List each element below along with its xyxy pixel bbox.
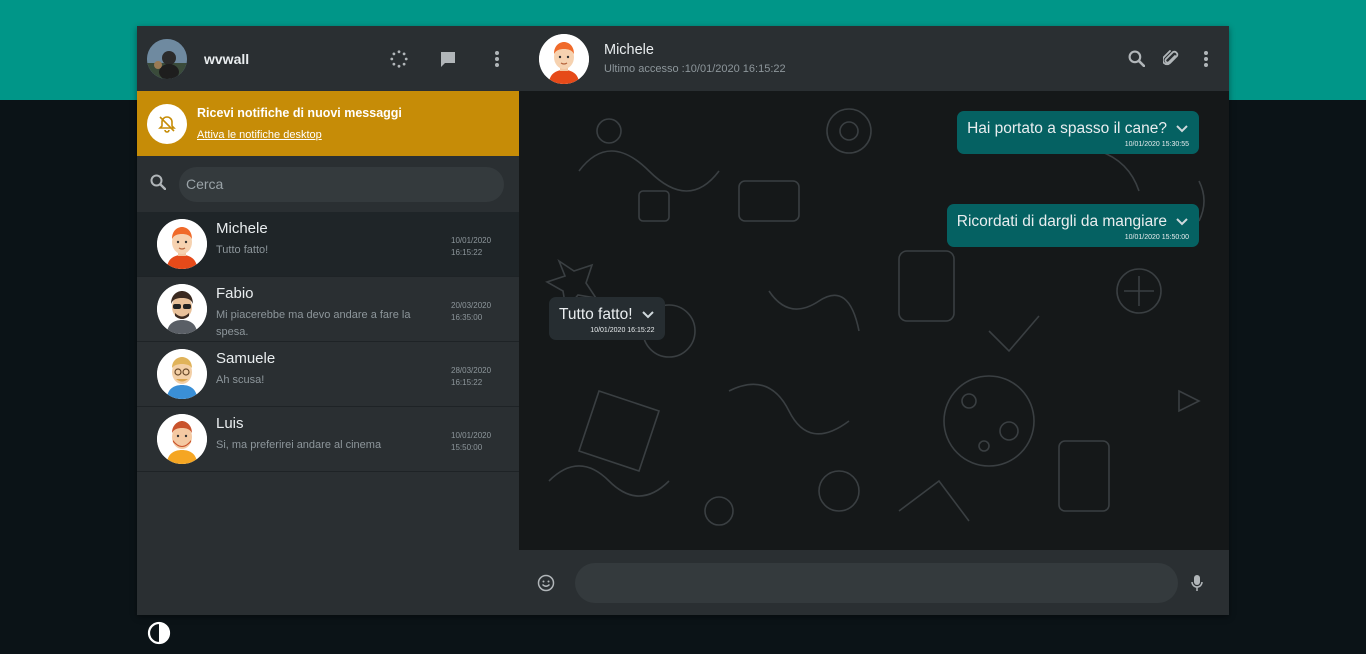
search-input[interactable] bbox=[179, 166, 504, 202]
contact-timestamp: 10/01/2020 15:50:00 bbox=[451, 430, 501, 454]
message-area: Hai portato a spasso il cane? 10/01/2020… bbox=[519, 91, 1229, 550]
message-bubble-incoming[interactable]: Tutto fatto! 10/01/2020 16:15:22 bbox=[549, 297, 665, 340]
chevron-down-icon[interactable] bbox=[1175, 215, 1189, 229]
message-timestamp: 10/01/2020 16:15:22 bbox=[590, 327, 655, 334]
chat-panel: Michele Ultimo accesso :10/01/2020 16:15… bbox=[519, 26, 1229, 615]
message-bubble-outgoing[interactable]: Ricordati di dargli da mangiare 10/01/20… bbox=[946, 204, 1199, 247]
contact-name: Michele bbox=[216, 220, 268, 237]
notification-banner: Ricevi notifiche di nuovi messaggi Attiv… bbox=[137, 91, 519, 156]
chevron-down-icon[interactable] bbox=[641, 308, 655, 322]
contact-timestamp: 10/01/2020 16:15:22 bbox=[451, 235, 501, 259]
contact-last-message: Si, ma preferirei andare al cinema bbox=[216, 439, 382, 451]
contact-last-message: Tutto fatto! bbox=[216, 244, 269, 256]
chevron-down-icon[interactable] bbox=[1175, 122, 1189, 136]
menu-icon[interactable] bbox=[1197, 50, 1215, 68]
avatar bbox=[157, 414, 207, 464]
contact-date: 28/03/2020 bbox=[451, 366, 492, 375]
chat-contact-name: Michele bbox=[604, 42, 654, 58]
app-window: wvwall Ricevi notifiche di nuovi messagg… bbox=[137, 26, 1229, 615]
contact-time: 16:15:22 bbox=[451, 248, 483, 257]
message-text: Tutto fatto! bbox=[559, 306, 633, 323]
message-timestamp: 10/01/2020 15:50:00 bbox=[1124, 234, 1189, 241]
chat-avatar[interactable] bbox=[539, 33, 589, 84]
user-avatar[interactable] bbox=[147, 38, 187, 79]
contact-time: 15:50:00 bbox=[451, 443, 483, 452]
emoji-icon[interactable] bbox=[537, 574, 555, 592]
contact-date: 20/03/2020 bbox=[451, 301, 492, 310]
contact-name: Samuele bbox=[216, 350, 276, 367]
message-input[interactable] bbox=[575, 562, 1178, 603]
message-text: Hai portato a spasso il cane? bbox=[967, 120, 1167, 137]
contact-name: Luis bbox=[216, 415, 244, 432]
attach-icon[interactable] bbox=[1162, 49, 1180, 68]
contrast-icon[interactable] bbox=[147, 621, 171, 645]
contact-timestamp: 20/03/2020 16:35:00 bbox=[451, 300, 501, 324]
new-chat-icon[interactable] bbox=[439, 50, 457, 68]
contact-item-fabio[interactable]: Fabio Mi piacerebbe ma devo andare a far… bbox=[137, 277, 519, 342]
avatar bbox=[157, 219, 207, 269]
contact-item-samuele[interactable]: Samuele Ah scusa! 28/03/2020 16:15:22 bbox=[137, 342, 519, 407]
username: wvwall bbox=[204, 50, 250, 67]
chat-last-seen: Ultimo accesso :10/01/2020 16:15:22 bbox=[604, 63, 786, 75]
search-bar bbox=[137, 156, 519, 212]
message-bubble-outgoing[interactable]: Hai portato a spasso il cane? 10/01/2020… bbox=[957, 111, 1199, 154]
avatar bbox=[157, 284, 207, 334]
contact-timestamp: 28/03/2020 16:15:22 bbox=[451, 365, 501, 389]
search-icon[interactable] bbox=[1127, 50, 1145, 68]
contact-time: 16:35:00 bbox=[451, 313, 483, 322]
contact-last-message: Ah scusa! bbox=[216, 374, 265, 386]
status-icon[interactable] bbox=[390, 49, 408, 68]
contact-name: Fabio bbox=[216, 285, 254, 302]
contact-list: Michele Tutto fatto! 10/01/2020 16:15:22 bbox=[137, 212, 519, 615]
contact-date: 10/01/2020 bbox=[451, 431, 492, 440]
contact-time: 16:15:22 bbox=[451, 378, 483, 387]
avatar bbox=[157, 349, 207, 399]
message-composer bbox=[519, 550, 1229, 615]
search-icon bbox=[150, 174, 167, 195]
sidebar: wvwall Ricevi notifiche di nuovi messagg… bbox=[137, 26, 519, 615]
message-timestamp: 10/01/2020 15:30:55 bbox=[1124, 141, 1189, 148]
enable-notifications-link[interactable]: Attiva le notifiche desktop bbox=[197, 129, 402, 141]
bell-off-icon bbox=[147, 103, 187, 144]
contact-item-luis[interactable]: Luis Si, ma preferirei andare al cinema … bbox=[137, 407, 519, 472]
contact-item-michele[interactable]: Michele Tutto fatto! 10/01/2020 16:15:22 bbox=[137, 212, 519, 277]
menu-icon[interactable] bbox=[488, 50, 506, 68]
contact-date: 10/01/2020 bbox=[451, 236, 492, 245]
sidebar-header: wvwall bbox=[137, 26, 519, 91]
chat-header[interactable]: Michele Ultimo accesso :10/01/2020 16:15… bbox=[519, 26, 1229, 91]
mic-icon[interactable] bbox=[1188, 574, 1206, 592]
notification-title: Ricevi notifiche di nuovi messaggi bbox=[197, 106, 402, 120]
message-text: Ricordati di dargli da mangiare bbox=[956, 213, 1167, 230]
contact-last-message: Mi piacerebbe ma devo andare a fare la s… bbox=[216, 309, 411, 338]
